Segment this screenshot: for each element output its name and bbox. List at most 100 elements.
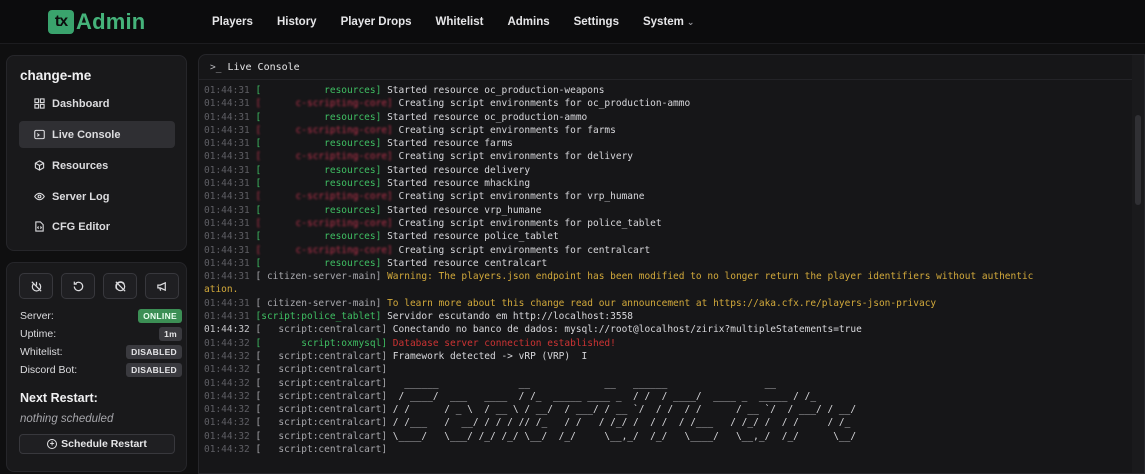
console-line: 01:44:32 [ script:centralcart] Conectand…: [204, 323, 1124, 336]
txadmin-logo[interactable]: tx Admin: [48, 9, 145, 35]
nav-system[interactable]: System ⌄: [643, 16, 694, 28]
status-label: Server:: [20, 310, 54, 322]
status-badge: 1m: [159, 327, 182, 341]
console-tag: [ resources]: [255, 257, 382, 269]
announce-button[interactable]: [145, 273, 179, 299]
main-nav: Players History Player Drops Whitelist A…: [200, 0, 706, 44]
box-icon: [33, 160, 45, 172]
stop-icon: [114, 280, 127, 293]
console-timestamp: 01:44:31: [204, 217, 250, 229]
console-line: 01:44:31 [ c-scripting-core] Creating sc…: [204, 217, 1124, 230]
sidebar-item-cfg-editor[interactable]: CFG Editor: [19, 213, 175, 240]
status-row-uptime: Uptime: 1m: [20, 326, 182, 342]
live-console-panel: >_ Live Console 01:44:31 [ resources] St…: [198, 54, 1145, 474]
console-line: 01:44:31 [ resources] Started resource v…: [204, 204, 1124, 217]
console-line: 01:44:32 [ script:centralcart]: [204, 363, 1124, 376]
status-label: Whitelist:: [20, 346, 63, 358]
console-line: 01:44:31 [ c-scripting-core] Creating sc…: [204, 190, 1124, 203]
console-timestamp: 01:44:31: [204, 191, 250, 203]
console-timestamp: 01:44:31: [204, 297, 250, 309]
console-line: 01:44:31 [ resources] Started resource p…: [204, 230, 1124, 243]
status-label: Uptime:: [20, 328, 57, 340]
logo-text: Admin: [76, 9, 146, 34]
status-badge: DISABLED: [126, 345, 182, 359]
sidebar-item-label: Live Console: [52, 128, 121, 141]
console-tag: [ script:oxmysql]: [255, 337, 388, 349]
status-badge: ONLINE: [138, 309, 182, 323]
console-line: 01:44:32 [ script:centralcart]: [204, 443, 1124, 456]
console-line: 01:44:31 [ resources] Started resource o…: [204, 111, 1124, 124]
terminal-icon: [33, 129, 45, 141]
nav-players[interactable]: Players: [212, 16, 253, 28]
console-timestamp: 01:44:31: [204, 204, 250, 216]
server-status-card: Server: ONLINE Uptime: 1m Whitelist: DIS…: [6, 262, 187, 472]
power-off-icon: [30, 280, 43, 293]
console-tag: [ script:centralcart]: [255, 430, 388, 442]
nav-whitelist[interactable]: Whitelist: [436, 16, 484, 28]
console-tag: [ script:centralcart]: [255, 417, 388, 429]
sidebar-item-label: Server Log: [52, 190, 110, 203]
sidebar-item-resources[interactable]: Resources: [19, 152, 175, 179]
console-message: / ____/ ___ ____ / /_ _____ ____ _ / / /…: [392, 390, 817, 402]
console-line: 01:44:32 [ script:centralcart] / /___ / …: [204, 416, 1124, 429]
logo-mark: tx: [48, 10, 74, 34]
schedule-restart-button[interactable]: + Schedule Restart: [19, 434, 175, 454]
console-output[interactable]: 01:44:31 [ resources] Started resource o…: [204, 84, 1124, 456]
console-line: 01:44:32 [ script:centralcart] Framework…: [204, 350, 1124, 363]
console-tag: [ citizen-server-main]: [255, 271, 382, 283]
console-message: Started resource farms: [387, 138, 513, 150]
console-tag: [ resources]: [255, 178, 382, 190]
console-title: Live Console: [227, 61, 300, 73]
nav-settings[interactable]: Settings: [574, 16, 619, 28]
console-tag: [ script:centralcart]: [255, 377, 388, 389]
terminal-prompt-icon: >_: [210, 61, 222, 73]
console-message: Creating script environments for farms: [398, 124, 616, 136]
console-tag: [ citizen-server-main]: [255, 297, 382, 309]
restart-button[interactable]: [61, 273, 95, 299]
sidebar-item-label: Resources: [52, 159, 109, 172]
console-message: Started resource mhacking: [387, 178, 531, 190]
console-timestamp: 01:44:31: [204, 151, 250, 163]
console-message: / /___ / __/ / / / // /_ / / / /_/ / / /…: [392, 417, 851, 429]
console-message: / / / _ \ / __ \ / __/ / ___/ / __ `/ / …: [392, 404, 857, 416]
console-message: \____/ \___/ /_/ /_/ \__/ /_/ \__,_/ /_/…: [392, 430, 857, 442]
console-tag: [ resources]: [255, 138, 382, 150]
console-timestamp: 01:44:32: [204, 444, 250, 456]
console-tag: [ script:centralcart]: [255, 350, 388, 362]
console-timestamp: 01:44:32: [204, 417, 250, 429]
server-menu-card: change-me Dashboard Live Console Resourc…: [6, 55, 187, 251]
sidebar-item-server-log[interactable]: Server Log: [19, 183, 175, 210]
console-tag: [ script:centralcart]: [255, 404, 388, 416]
console-tag: [ resources]: [255, 231, 382, 243]
console-timestamp: 01:44:32: [204, 390, 250, 402]
console-timestamp: 01:44:31: [204, 111, 250, 123]
nav-admins[interactable]: Admins: [507, 16, 549, 28]
console-timestamp: 01:44:31: [204, 178, 250, 190]
console-scrollbar[interactable]: [1132, 55, 1144, 473]
console-message: Conectando no banco de dados: mysql://ro…: [392, 324, 862, 336]
console-timestamp: 01:44:31: [204, 124, 250, 136]
sidebar-item-live-console[interactable]: Live Console: [19, 121, 175, 148]
console-line: 01:44:31 [script:police_tablet] Servidor…: [204, 310, 1124, 323]
console-line: 01:44:31 [ resources] Started resource o…: [204, 84, 1124, 97]
console-timestamp: 01:44:31: [204, 138, 250, 150]
nav-player-drops[interactable]: Player Drops: [341, 16, 412, 28]
sidebar-item-dashboard[interactable]: Dashboard: [19, 90, 175, 117]
scrollbar-thumb[interactable]: [1135, 115, 1141, 205]
console-message: Warning: The players.json endpoint has b…: [387, 271, 1034, 283]
console-header: >_ Live Console: [199, 55, 1144, 80]
nav-history[interactable]: History: [277, 16, 317, 28]
dashboard-icon: [33, 98, 45, 110]
console-line: 01:44:32 [ script:centralcart] \____/ \_…: [204, 430, 1124, 443]
megaphone-icon: [156, 280, 169, 293]
plus-circle-icon: +: [47, 439, 58, 449]
status-row-whitelist: Whitelist: DISABLED: [20, 344, 182, 360]
stop-button[interactable]: [103, 273, 137, 299]
server-name: change-me: [20, 68, 92, 83]
power-off-button[interactable]: [19, 273, 53, 299]
sidebar-item-label: Dashboard: [52, 97, 110, 110]
console-line: 01:44:32 [ script:centralcart] / / / _ \…: [204, 403, 1124, 416]
console-message: Servidor escutando em http://localhost:3…: [387, 311, 634, 323]
nav-system-label: System: [642, 16, 684, 28]
sidebar-item-label: CFG Editor: [52, 220, 111, 233]
